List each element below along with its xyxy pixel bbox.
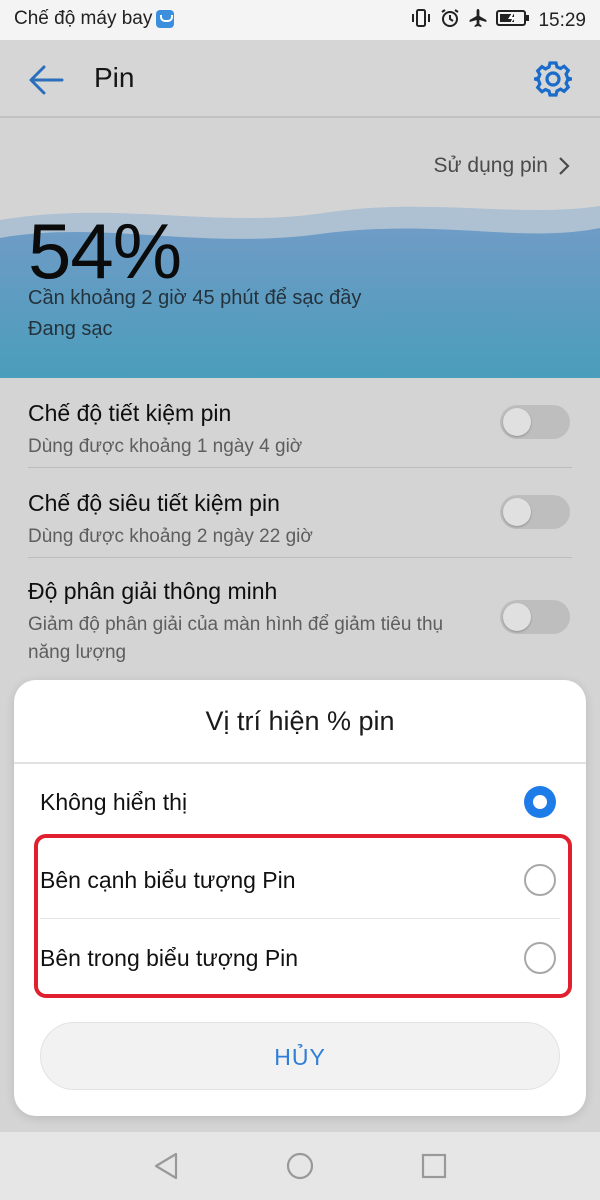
home-circle-icon[interactable] [284,1150,316,1187]
back-triangle-icon[interactable] [150,1150,182,1187]
percent-position-dialog: Vị trí hiện % pin Không hiển thị Bên cạn… [14,680,586,1116]
dialog-divider [14,762,586,764]
app-badge-icon [156,10,175,28]
highlight-box [34,834,572,998]
airplane-icon [468,8,488,34]
status-icons: 15:29 [410,8,586,34]
status-bar: Chế độ máy bay 15:29 [0,0,600,40]
alarm-icon [440,8,460,34]
vibrate-icon [410,8,432,34]
option-hidden[interactable]: Không hiển thị [40,776,560,828]
status-time: 15:29 [538,10,586,31]
cancel-button[interactable]: HỦY [40,1022,560,1090]
option-label: Không hiển thị [40,789,188,815]
status-label: Chế độ máy bay [14,8,153,29]
battery-charging-icon [496,9,530,33]
dialog-title: Vị trí hiện % pin [205,706,395,736]
recents-square-icon[interactable] [418,1150,450,1187]
navigation-bar [0,1132,600,1200]
radio-selected[interactable] [524,786,556,818]
status-notification: Chế độ máy bay [14,8,175,30]
